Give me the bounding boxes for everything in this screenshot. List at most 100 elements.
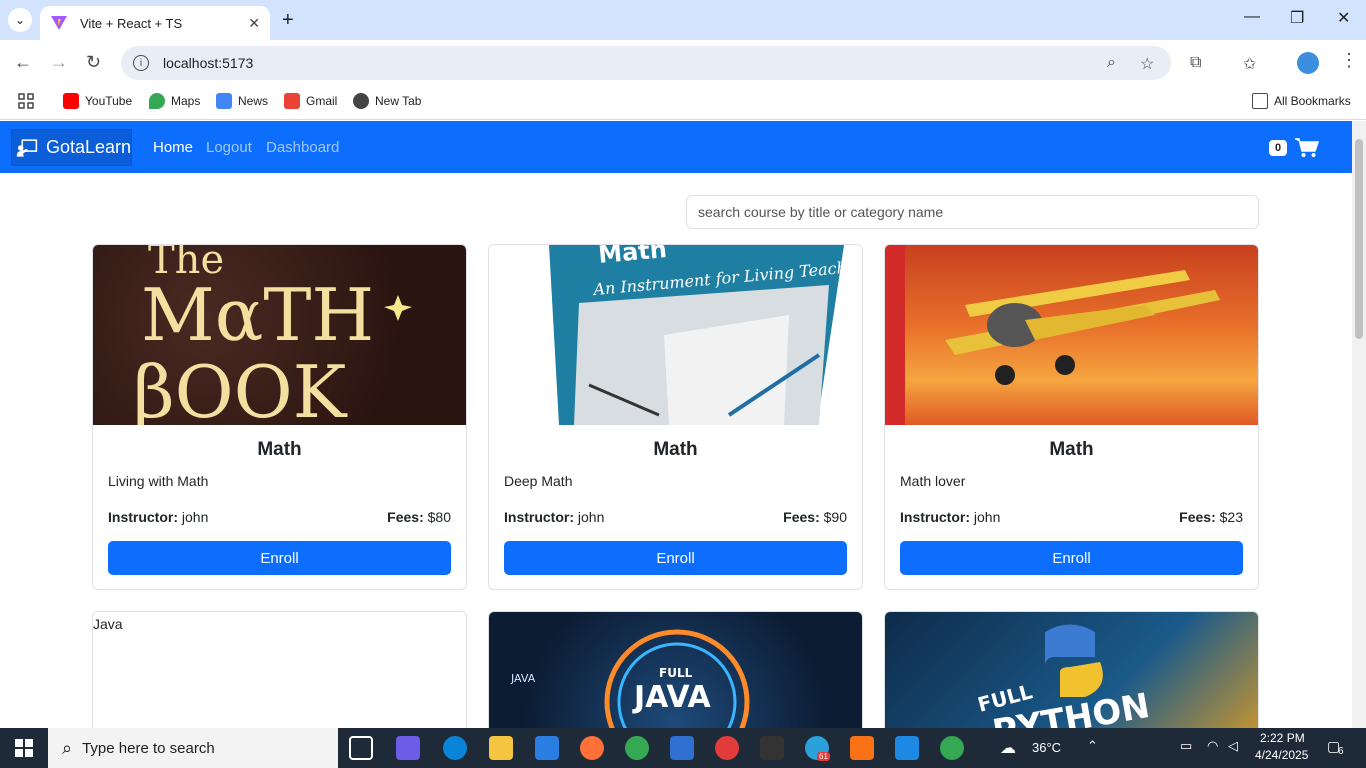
course-category: Math bbox=[1049, 439, 1094, 460]
restore-icon[interactable]: ❐ bbox=[1290, 8, 1304, 28]
close-window-icon[interactable]: ✕ bbox=[1337, 8, 1350, 28]
page-scrollbar[interactable] bbox=[1352, 121, 1366, 728]
app-navbar: GotaLearn Home Logout Dashboard 0 bbox=[0, 121, 1352, 173]
apps-grid-icon[interactable] bbox=[18, 93, 34, 109]
wifi-icon[interactable]: ◠ bbox=[1207, 738, 1218, 754]
weather-icon[interactable]: ☁ bbox=[1000, 738, 1016, 758]
windows-taskbar: ⌕ Type here to search 61 ☁ 36°C ⌃ ▭ ◠ ◁ … bbox=[0, 728, 1366, 768]
nav-logout[interactable]: Logout bbox=[206, 139, 252, 156]
gmail-icon bbox=[284, 93, 300, 109]
bookmark-label: News bbox=[238, 94, 269, 108]
bookmark-new-tab[interactable]: New Tab bbox=[353, 93, 421, 109]
course-image-broken: Java bbox=[93, 612, 466, 728]
bookmark-maps[interactable]: Maps bbox=[149, 93, 200, 109]
wps-icon[interactable] bbox=[715, 736, 739, 760]
close-tab-icon[interactable]: ✕ bbox=[248, 15, 260, 32]
course-image-full-python: FULL PYTHON bbox=[885, 612, 1258, 728]
fees-label: Fees: bbox=[387, 509, 424, 525]
file-explorer-icon[interactable] bbox=[489, 736, 513, 760]
address-bar[interactable]: i localhost:5173 bbox=[121, 46, 1171, 80]
fees-field: Fees: $23 bbox=[1179, 509, 1243, 525]
bookmark-youtube[interactable]: YouTube bbox=[63, 93, 132, 109]
cart-button[interactable]: 0 bbox=[1269, 138, 1320, 158]
taskbar-search[interactable]: ⌕ Type here to search bbox=[48, 728, 338, 768]
bookmarks-icon[interactable]: ✩ bbox=[1243, 54, 1256, 74]
java-image-big-text: JAVA bbox=[632, 680, 712, 715]
browser-menu-icon[interactable]: ⋮ bbox=[1340, 50, 1358, 71]
volume-icon[interactable]: ◁ bbox=[1228, 738, 1238, 754]
course-image-biplane bbox=[885, 245, 1258, 425]
store-icon[interactable] bbox=[535, 736, 559, 760]
bookmarks-bar: YouTube Maps News Gmail New Tab All Book… bbox=[0, 86, 1366, 120]
enroll-button[interactable]: Enroll bbox=[900, 541, 1243, 575]
edge-icon[interactable] bbox=[443, 736, 467, 760]
cart-count-badge: 0 bbox=[1269, 140, 1288, 156]
fees-value: $23 bbox=[1219, 509, 1243, 525]
bookmark-label: Maps bbox=[171, 94, 201, 108]
site-info-icon[interactable]: i bbox=[133, 55, 149, 71]
firefox-icon[interactable] bbox=[580, 736, 604, 760]
enroll-button[interactable]: Enroll bbox=[504, 541, 847, 575]
instructor-label: Instructor: bbox=[900, 509, 970, 525]
new-tab-button[interactable]: + bbox=[282, 9, 294, 32]
instructor-field: Instructor: john bbox=[108, 509, 208, 525]
bookmark-star-icon[interactable]: ☆ bbox=[1140, 54, 1154, 74]
bookmark-label: YouTube bbox=[85, 94, 133, 108]
nav-dashboard[interactable]: Dashboard bbox=[266, 139, 339, 156]
bookmark-news[interactable]: News bbox=[216, 93, 268, 109]
intellij-icon[interactable] bbox=[850, 736, 874, 760]
scrollbar-thumb[interactable] bbox=[1355, 139, 1363, 339]
instructor-label: Instructor: bbox=[504, 509, 574, 525]
all-bookmarks[interactable]: All Bookmarks bbox=[1252, 93, 1351, 109]
terminal-icon[interactable] bbox=[760, 736, 784, 760]
fees-value: $90 bbox=[823, 509, 847, 525]
tray-chevron-icon[interactable]: ⌃ bbox=[1087, 738, 1098, 754]
tab-search-button[interactable]: ⌄ bbox=[8, 8, 32, 32]
shopping-cart-icon bbox=[1295, 138, 1320, 157]
course-card: The MαTH βOOK Math Living with Math Inst… bbox=[92, 244, 467, 590]
vscode-icon[interactable] bbox=[895, 736, 919, 760]
minimize-icon[interactable]: — bbox=[1244, 8, 1260, 26]
course-title: Deep Math bbox=[504, 473, 573, 489]
fees-field: Fees: $90 bbox=[783, 509, 847, 525]
bookmark-gmail[interactable]: Gmail bbox=[284, 93, 337, 109]
zoom-icon[interactable]: ⌕ bbox=[1107, 54, 1116, 72]
taskbar-search-placeholder: Type here to search bbox=[82, 739, 215, 757]
maps-icon bbox=[149, 93, 165, 109]
profile-avatar[interactable] bbox=[1297, 52, 1319, 74]
back-icon[interactable]: ← bbox=[14, 52, 32, 73]
broken-image-alt-text: Java bbox=[93, 616, 123, 632]
battery-icon[interactable]: ▭ bbox=[1180, 738, 1192, 754]
bookmark-label: New Tab bbox=[375, 94, 422, 108]
mail-icon[interactable] bbox=[670, 736, 694, 760]
forward-icon[interactable]: → bbox=[50, 52, 68, 73]
course-title: Math lover bbox=[900, 473, 966, 489]
course-image-living-teaching: Math An Instrument for Living Teaching bbox=[489, 245, 862, 425]
nav-home[interactable]: Home bbox=[153, 139, 193, 156]
browser-tab[interactable]: Vite + React + TS ✕ bbox=[40, 6, 270, 40]
clock-time[interactable]: 2:22 PM bbox=[1260, 731, 1305, 745]
weather-temp[interactable]: 36°C bbox=[1032, 740, 1061, 755]
course-card: FULL PYTHON bbox=[884, 611, 1259, 728]
svg-text:βOOK: βOOK bbox=[133, 350, 348, 425]
course-search-input[interactable] bbox=[686, 195, 1259, 229]
globe-icon bbox=[353, 93, 369, 109]
java-image-small-text: FULL bbox=[659, 666, 693, 680]
reload-icon[interactable]: ↻ bbox=[86, 52, 101, 73]
chrome-active-icon[interactable] bbox=[940, 736, 964, 760]
url-text: localhost:5173 bbox=[163, 55, 254, 71]
extensions-icon[interactable]: ⧉ bbox=[1190, 54, 1201, 72]
chrome-icon[interactable] bbox=[625, 736, 649, 760]
windows-start-icon[interactable] bbox=[15, 739, 33, 757]
clock-date[interactable]: 4/24/2025 bbox=[1255, 748, 1308, 762]
browser-toolbar: ← → ↻ i localhost:5173 ⌕ ☆ ⧉ ✩ bbox=[0, 40, 1366, 86]
browser-tab-strip: ⌄ Vite + React + TS ✕ + — ❐ ✕ bbox=[0, 0, 1366, 40]
enroll-button[interactable]: Enroll bbox=[108, 541, 451, 575]
svg-text:MαTH: MαTH bbox=[141, 273, 374, 357]
task-view-icon[interactable] bbox=[349, 736, 373, 760]
search-icon: ⌕ bbox=[62, 737, 73, 758]
telegram-badge: 61 bbox=[817, 752, 830, 761]
brand-link[interactable]: GotaLearn bbox=[11, 129, 132, 166]
fees-label: Fees: bbox=[1179, 509, 1216, 525]
copilot-icon[interactable] bbox=[396, 736, 420, 760]
